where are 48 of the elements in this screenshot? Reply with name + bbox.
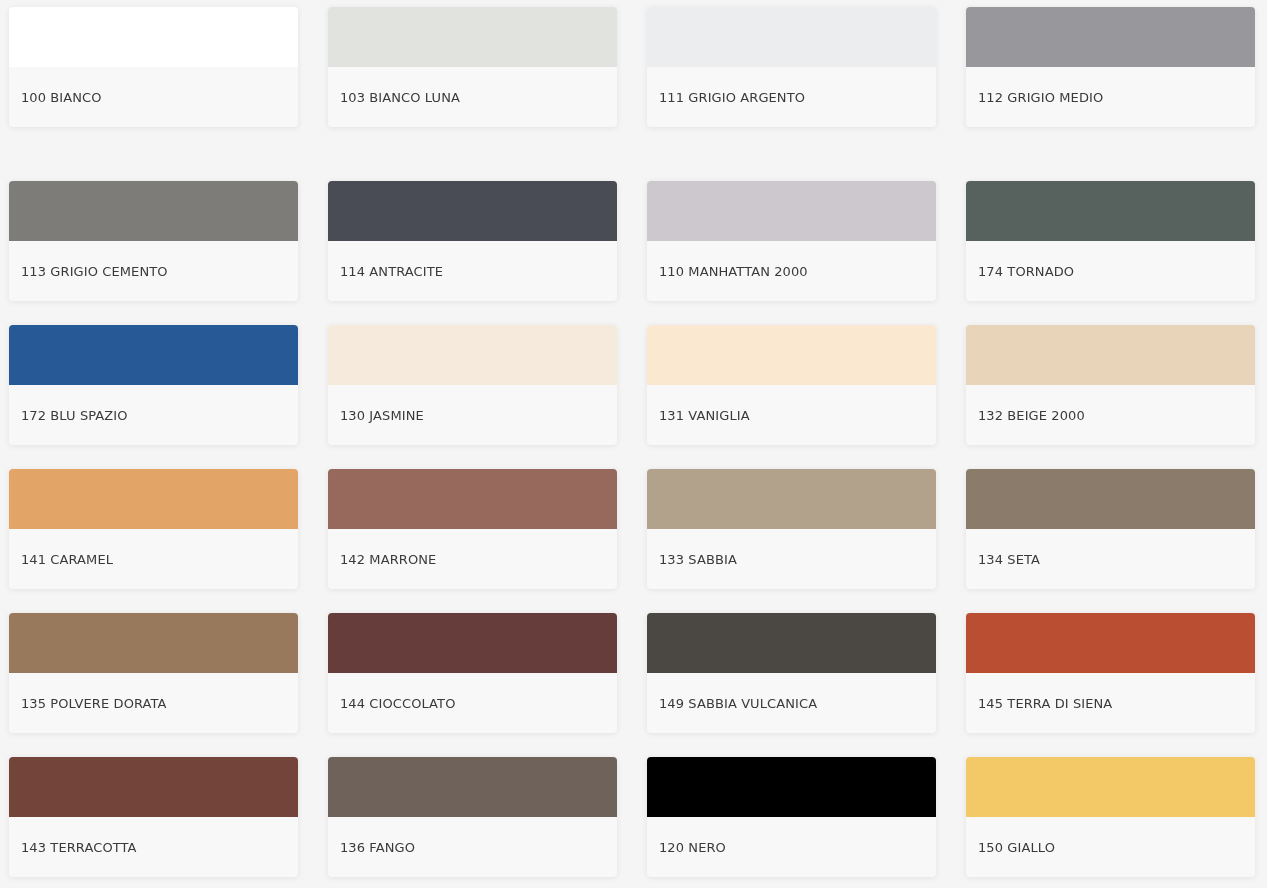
color-name: 100 BIANCO	[21, 89, 102, 105]
color-name: 110 MANHATTAN 2000	[659, 263, 808, 279]
color-card[interactable]: 133 SABBIA	[647, 469, 936, 589]
color-name: 112 GRIGIO MEDIO	[978, 89, 1104, 105]
color-card[interactable]: 135 POLVERE DORATA	[9, 613, 298, 733]
color-name: 113 GRIGIO CEMENTO	[21, 263, 168, 279]
color-name: 114 ANTRACITE	[340, 263, 444, 279]
color-card[interactable]: 142 MARRONE	[328, 469, 617, 589]
color-card[interactable]: 114 ANTRACITE	[328, 181, 617, 301]
color-card[interactable]: 134 SETA	[966, 469, 1255, 589]
color-card[interactable]: 144 CIOCCOLATO	[328, 613, 617, 733]
color-card[interactable]: 145 TERRA DI SIENA	[966, 613, 1255, 733]
color-name: 103 BIANCO LUNA	[340, 89, 460, 105]
color-card[interactable]: 131 VANIGLIA	[647, 325, 936, 445]
color-name: 120 NERO	[659, 839, 726, 855]
color-name: 144 CIOCCOLATO	[340, 695, 456, 711]
color-name: 111 GRIGIO ARGENTO	[659, 89, 806, 105]
color-name: 130 JASMINE	[340, 407, 424, 423]
color-card[interactable]: 111 GRIGIO ARGENTO	[647, 7, 936, 127]
color-name: 136 FANGO	[340, 839, 416, 855]
color-name: 142 MARRONE	[340, 551, 437, 567]
color-name: 134 SETA	[978, 551, 1041, 567]
color-card[interactable]: 130 JASMINE	[328, 325, 617, 445]
color-card[interactable]: 120 NERO	[647, 757, 936, 877]
color-name: 150 GIALLO	[978, 839, 1055, 855]
color-name: 132 BEIGE 2000	[978, 407, 1085, 423]
color-card[interactable]: 150 GIALLO	[966, 757, 1255, 877]
color-name: 143 TERRACOTTA	[21, 839, 137, 855]
color-card[interactable]: 143 TERRACOTTA	[9, 757, 298, 877]
color-card[interactable]: 132 BEIGE 2000	[966, 325, 1255, 445]
color-card[interactable]: 172 BLU SPAZIO	[9, 325, 298, 445]
color-name: 135 POLVERE DORATA	[21, 695, 167, 711]
color-name: 145 TERRA DI SIENA	[978, 695, 1113, 711]
color-name: 133 SABBIA	[659, 551, 737, 567]
color-card[interactable]: 113 GRIGIO CEMENTO	[9, 181, 298, 301]
color-name: 172 BLU SPAZIO	[21, 407, 128, 423]
color-card[interactable]: 100 BIANCO	[9, 7, 298, 127]
color-card[interactable]: 174 TORNADO	[966, 181, 1255, 301]
color-card[interactable]: 112 GRIGIO MEDIO	[966, 7, 1255, 127]
color-card[interactable]: 149 SABBIA VULCANICA	[647, 613, 936, 733]
color-name: 174 TORNADO	[978, 263, 1075, 279]
color-name: 141 CARAMEL	[21, 551, 114, 567]
color-card[interactable]: 103 BIANCO LUNA	[328, 7, 617, 127]
color-name: 131 VANIGLIA	[659, 407, 750, 423]
color-name: 149 SABBIA VULCANICA	[659, 695, 818, 711]
color-card[interactable]: 110 MANHATTAN 2000	[647, 181, 936, 301]
color-card[interactable]: 141 CARAMEL	[9, 469, 298, 589]
color-card[interactable]: 136 FANGO	[328, 757, 617, 877]
